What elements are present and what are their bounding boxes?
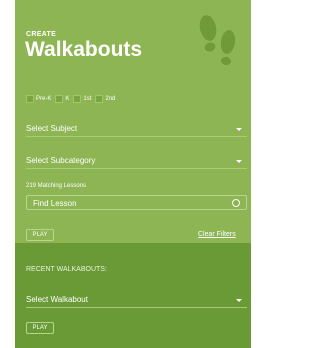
search-icon[interactable] <box>232 199 240 207</box>
subject-select[interactable]: Select Subject <box>26 122 247 137</box>
subject-select-value: Select Subject <box>26 124 78 133</box>
grade-k[interactable]: K <box>55 95 69 103</box>
chevron-down-icon <box>236 160 242 163</box>
subcategory-select[interactable]: Select Subcategory <box>26 154 247 169</box>
grade-label: 1st <box>83 96 92 102</box>
footprints-icon <box>199 15 236 66</box>
subcategory-select-value: Select Subcategory <box>26 156 96 165</box>
walkabouts-panel: CREATE Walkabouts Pre-K K 1st 2nd Select… <box>15 0 251 348</box>
find-lesson-field <box>26 195 247 210</box>
checkbox[interactable] <box>55 95 64 103</box>
grade-1st[interactable]: 1st <box>73 95 91 103</box>
checkbox[interactable] <box>95 95 104 103</box>
create-eyebrow: CREATE <box>26 31 57 38</box>
checkbox[interactable] <box>26 95 34 103</box>
grade-pre-k[interactable]: Pre-K <box>26 95 51 103</box>
play-button[interactable]: PLAY <box>26 229 54 241</box>
matching-lessons-count: 219 Matching Lessons <box>26 183 87 189</box>
recent-walkabouts-heading: RECENT WALKABOUTS: <box>26 266 107 273</box>
find-lesson-input[interactable] <box>33 198 223 208</box>
chevron-down-icon <box>236 299 242 302</box>
walkabout-select-value: Select Walkabout <box>26 295 88 304</box>
clear-filters-link[interactable]: Clear Filters <box>198 231 236 238</box>
grade-2nd[interactable]: 2nd <box>95 95 115 103</box>
recent-section: RECENT WALKABOUTS: Select Walkabout PLAY <box>15 243 251 348</box>
grade-filter-group: Pre-K K 1st 2nd <box>26 94 119 104</box>
recent-play-button[interactable]: PLAY <box>26 322 54 334</box>
chevron-down-icon <box>236 128 242 131</box>
create-section: CREATE Walkabouts Pre-K K 1st 2nd Select… <box>15 0 251 243</box>
checkbox[interactable] <box>73 95 82 103</box>
grade-label: 2nd <box>105 96 116 102</box>
walkabout-select[interactable]: Select Walkabout <box>26 293 247 308</box>
grade-label: K <box>65 96 70 102</box>
grade-label: Pre-K <box>36 96 52 102</box>
page-title: Walkabouts <box>25 38 143 61</box>
